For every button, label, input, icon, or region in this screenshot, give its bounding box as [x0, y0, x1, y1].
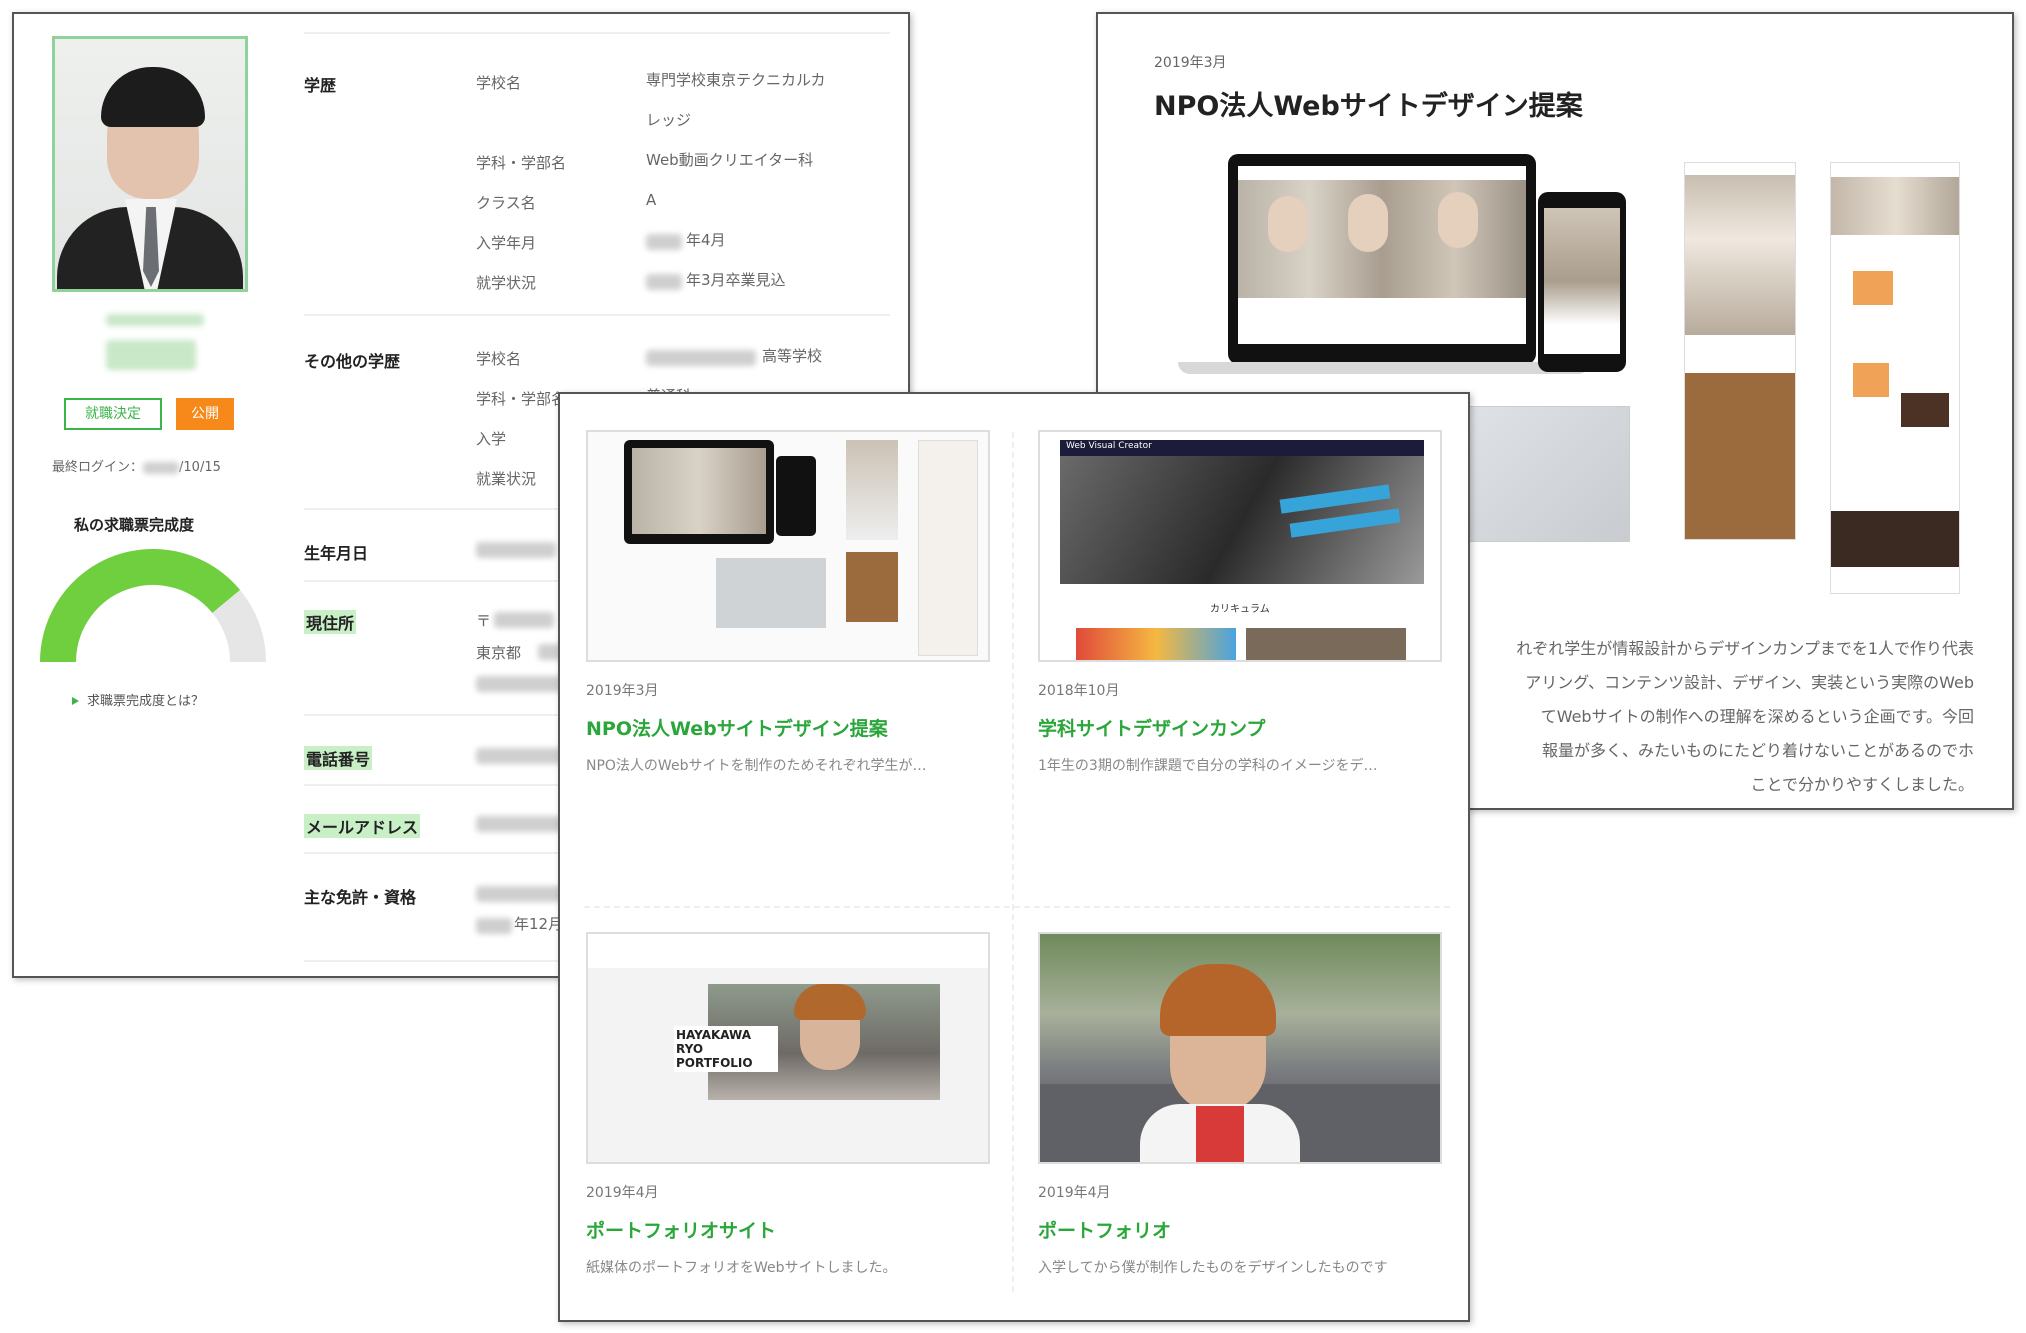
field-label: 就学状況	[476, 274, 537, 292]
address-city: 東京都	[476, 644, 522, 662]
gauge-fill	[40, 549, 241, 663]
card-thumbnail[interactable]: HAYAKAWA RYO PORTFOLIO	[586, 932, 990, 1164]
card-date: 2018年10月	[1038, 683, 1120, 699]
portfolio-card[interactable]: Web Visual Creator カリキュラム 2018年10月 学科サイト…	[1038, 430, 1442, 775]
card-title[interactable]: 学科サイトデザインカンプ	[1038, 714, 1442, 741]
field-label: 入学年月	[476, 234, 537, 252]
card-date: 2019年3月	[586, 683, 659, 699]
card-thumbnail[interactable]: Web Visual Creator カリキュラム	[1038, 430, 1442, 662]
card-title[interactable]: ポートフォリオ	[1038, 1216, 1442, 1243]
card-description: NPO法人のWebサイトを制作のためそれぞれ学生が…	[586, 758, 927, 774]
card-title[interactable]: NPO法人Webサイトデザイン提案	[586, 714, 990, 741]
birthday-label: 生年月日	[304, 544, 369, 563]
gauge-title: 私の求職票完成度	[74, 516, 195, 534]
field-value: 年4月	[686, 231, 726, 249]
blurred-value	[646, 274, 682, 290]
row-divider	[584, 906, 1450, 908]
email-label: メールアドレス	[304, 814, 421, 838]
phone-label: 電話番号	[304, 746, 373, 770]
card-description: 1年生の3期の制作課題で自分の学科のイメージをデ…	[1038, 758, 1378, 774]
field-label: 入学	[476, 430, 507, 448]
blurred-value	[646, 234, 682, 250]
divider	[304, 32, 890, 34]
divider	[304, 314, 890, 316]
field-label: 学科・学部名	[476, 154, 567, 172]
name-blurred	[106, 340, 196, 370]
thumb-overlay-text: HAYAKAWA RYO PORTFOLIO	[674, 1026, 778, 1072]
field-label: 就業状況	[476, 470, 537, 488]
desktop-page-mockup	[1830, 162, 1960, 594]
licenses-label: 主な免許・資格	[304, 888, 417, 907]
license-value: 年12月	[514, 915, 564, 933]
field-value: 専門学校東京テクニカルカ	[646, 71, 826, 89]
field-label: 学校名	[476, 350, 522, 368]
blurred-value	[476, 816, 564, 832]
card-thumbnail[interactable]	[1038, 932, 1442, 1164]
blurred-value	[476, 918, 512, 934]
mobile-page-mockup	[1684, 162, 1796, 540]
field-value: 年3月卒業見込	[686, 271, 786, 289]
laptop-base	[1178, 362, 1590, 374]
column-divider	[1012, 432, 1014, 1292]
field-label: 学校名	[476, 74, 522, 92]
sticky-notes-photo	[1462, 406, 1630, 542]
blurred-value	[476, 542, 556, 558]
portfolio-panel: 2019年3月 NPO法人Webサイトデザイン提案 NPO法人のWebサイトを制…	[558, 392, 1470, 1322]
address-label: 現住所	[304, 610, 357, 634]
gauge-info-link[interactable]: 求職票完成度とは？	[72, 690, 204, 709]
field-label: 学科・学部名	[476, 390, 567, 408]
blurred-value	[476, 676, 564, 692]
profile-photo	[52, 36, 248, 292]
field-value: 高等学校	[762, 347, 823, 365]
card-date: 2019年4月	[586, 1185, 659, 1201]
field-label: クラス名	[476, 194, 536, 212]
last-login: 最終ログイン： /10/15	[52, 456, 221, 475]
card-thumbnail[interactable]	[586, 430, 990, 662]
last-login-blurred	[143, 461, 180, 474]
phone-mockup	[1538, 192, 1626, 372]
card-title[interactable]: ポートフォリオサイト	[586, 1216, 990, 1243]
blurred-value	[476, 886, 564, 902]
last-login-label: 最終ログイン：	[52, 460, 144, 475]
field-value: A	[646, 191, 657, 209]
field-value: Web動画クリエイター科	[646, 151, 814, 169]
card-description: 入学してから僕が制作したものをデザインしたものです	[1038, 1260, 1388, 1276]
thumb-caption-text: カリキュラム	[1210, 604, 1270, 615]
portfolio-card[interactable]: 2019年4月 ポートフォリオ 入学してから僕が制作したものをデザインしたもので…	[1038, 932, 1442, 1277]
blurred-value	[476, 748, 564, 764]
name-kana-blurred	[106, 314, 204, 326]
portfolio-card[interactable]: 2019年3月 NPO法人Webサイトデザイン提案 NPO法人のWebサイトを制…	[586, 430, 990, 775]
education-label: 学歴	[304, 76, 337, 95]
postal-prefix: 〒	[476, 612, 492, 630]
card-date: 2019年4月	[1038, 1185, 1111, 1201]
project-title: NPO法人Webサイトデザイン提案	[1154, 91, 1583, 122]
public-button[interactable]: 公開	[176, 398, 234, 430]
project-date: 2019年3月	[1154, 55, 1227, 71]
last-login-value: /10/15	[179, 460, 221, 475]
thumb-header-text: Web Visual Creator	[1066, 441, 1152, 451]
card-description: 紙媒体のポートフォリオをWebサイトしました。	[586, 1260, 897, 1276]
other-education-label: その他の学歴	[304, 352, 401, 371]
portfolio-card[interactable]: HAYAKAWA RYO PORTFOLIO 2019年4月 ポートフォリオサイ…	[586, 932, 990, 1277]
blurred-value	[494, 612, 554, 628]
blurred-value	[646, 350, 756, 366]
employment-decided-button[interactable]: 就職決定	[64, 398, 162, 430]
field-value: レッジ	[646, 111, 692, 129]
laptop-mockup	[1228, 154, 1536, 364]
completion-gauge	[40, 549, 266, 663]
